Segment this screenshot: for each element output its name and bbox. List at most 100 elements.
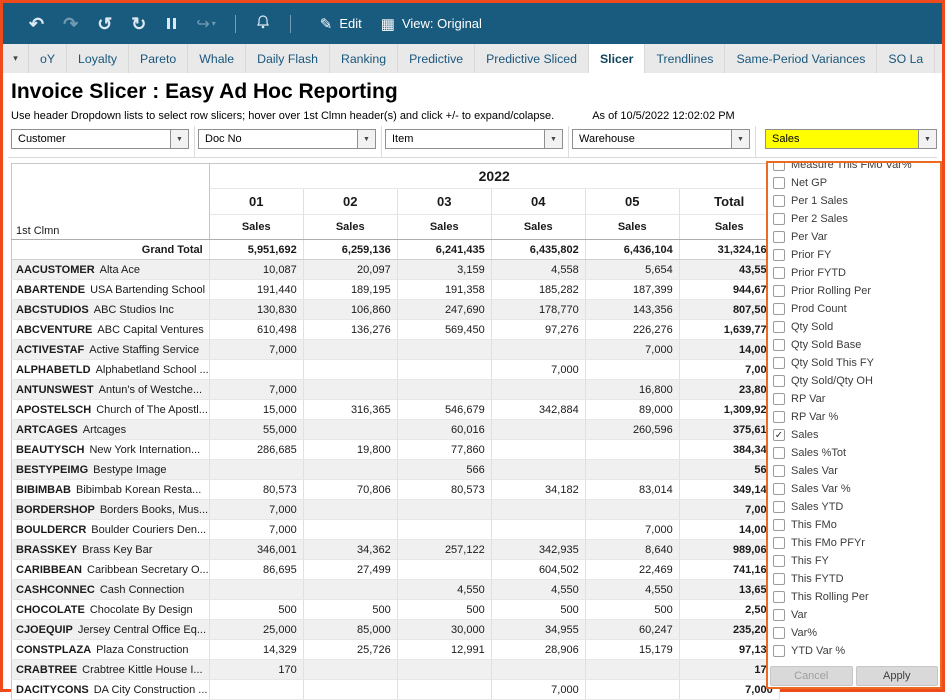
redo-icon[interactable]: ↷ [63, 15, 78, 33]
row-label[interactable]: ANTUNSWESTAntun's of Westche... [12, 380, 210, 400]
row-label[interactable]: ABCSTUDIOSABC Studios Inc [12, 300, 210, 320]
measure-item-this-fytd[interactable]: This FYTD [768, 570, 940, 588]
chevron-down-icon[interactable]: ▼ [731, 130, 749, 148]
checkbox-icon[interactable] [773, 609, 785, 621]
row-label[interactable]: AACUSTOMERAlta Ace [12, 260, 210, 280]
measure-item-prior-rolling-per[interactable]: Prior Rolling Per [768, 282, 940, 300]
checkbox-icon[interactable] [773, 163, 785, 171]
tab-so-la[interactable]: SO La [877, 44, 935, 73]
checkbox-icon[interactable] [773, 375, 785, 387]
measure-item-this-fmo-pfyr[interactable]: This FMo PFYr [768, 534, 940, 552]
checkbox-icon[interactable] [773, 321, 785, 333]
checkbox-icon[interactable] [773, 195, 785, 207]
tab-trendlines[interactable]: Trendlines [645, 44, 725, 73]
measure-item-sales-var[interactable]: Sales Var % [768, 480, 940, 498]
chevron-down-icon[interactable]: ▼ [544, 130, 562, 148]
tab-oy[interactable]: oY [29, 44, 67, 73]
tab-daily-flash[interactable]: Daily Flash [246, 44, 330, 73]
row-label[interactable]: DACITYCONSDA City Construction ... [12, 680, 210, 700]
checkbox-icon[interactable] [773, 447, 785, 459]
checkbox-icon[interactable] [773, 267, 785, 279]
checkbox-icon[interactable] [773, 483, 785, 495]
checkbox-icon[interactable] [773, 339, 785, 351]
row-label[interactable]: CASHCONNECCash Connection [12, 580, 210, 600]
row-label[interactable]: CRABTREECrabtree Kittle House I... [12, 660, 210, 680]
tab-slicer[interactable]: Slicer [589, 44, 646, 73]
row-label[interactable]: ARTCAGESArtcages [12, 420, 210, 440]
alerts-icon[interactable] [255, 14, 271, 33]
slicer-dropdown-item[interactable]: Item▼ [385, 129, 563, 149]
checkbox-checked-icon[interactable] [773, 429, 785, 441]
measure-item-qty-sold[interactable]: Qty Sold [768, 318, 940, 336]
checkbox-icon[interactable] [773, 213, 785, 225]
measure-item-rp-var[interactable]: RP Var [768, 390, 940, 408]
column-header-05[interactable]: 05 [585, 189, 679, 215]
row-label[interactable]: CONSTPLAZAPlaza Construction [12, 640, 210, 660]
measure-item-qty-sold-base[interactable]: Qty Sold Base [768, 336, 940, 354]
measure-item-this-rolling-per[interactable]: This Rolling Per [768, 588, 940, 606]
checkbox-icon[interactable] [773, 519, 785, 531]
row-label[interactable]: BEAUTYSCHNew York Internation... [12, 440, 210, 460]
tab-pareto[interactable]: Pareto [129, 44, 188, 73]
row-label[interactable]: BIBIMBABBibimbab Korean Resta... [12, 480, 210, 500]
measure-item-qty-sold-qty-oh[interactable]: Qty Sold/Qty OH [768, 372, 940, 390]
first-column-header[interactable]: 1st Clmn [12, 164, 210, 240]
pause-icon[interactable] [165, 18, 177, 29]
row-label[interactable]: CHOCOLATEChocolate By Design [12, 600, 210, 620]
undo-icon[interactable]: ↶ [29, 15, 44, 33]
measure-item-this-fmo[interactable]: This FMo [768, 516, 940, 534]
slicer-dropdown-customer[interactable]: Customer▼ [11, 129, 189, 149]
slicer-dropdown-doc-no[interactable]: Doc No▼ [198, 129, 376, 149]
row-label[interactable]: BRASSKEYBrass Key Bar [12, 540, 210, 560]
checkbox-icon[interactable] [773, 177, 785, 189]
checkbox-icon[interactable] [773, 393, 785, 405]
refresh-icon[interactable]: ↻ [131, 15, 146, 33]
chevron-down-icon[interactable]: ▼ [170, 130, 188, 148]
checkbox-icon[interactable] [773, 627, 785, 639]
checkbox-icon[interactable] [773, 537, 785, 549]
tabs-menu-caret[interactable]: ▾ [3, 44, 29, 73]
tab-whale[interactable]: Whale [188, 44, 246, 73]
checkbox-icon[interactable] [773, 501, 785, 513]
tab-ranking[interactable]: Ranking [330, 44, 398, 73]
chevron-down-icon[interactable]: ▼ [357, 130, 375, 148]
measure-item-this-fy[interactable]: This FY [768, 552, 940, 570]
measure-item-qty-sold-this-fy[interactable]: Qty Sold This FY [768, 354, 940, 372]
column-header-04[interactable]: 04 [491, 189, 585, 215]
row-label[interactable]: APOSTELSCHChurch of The Apostl... [12, 400, 210, 420]
checkbox-icon[interactable] [773, 285, 785, 297]
measure-item-sales-tot[interactable]: Sales %Tot [768, 444, 940, 462]
checkbox-icon[interactable] [773, 591, 785, 603]
row-label[interactable]: BOULDERCRBoulder Couriers Den... [12, 520, 210, 540]
revert-icon[interactable]: ↺ [97, 15, 112, 33]
slicer-dropdown-warehouse[interactable]: Warehouse▼ [572, 129, 750, 149]
measure-item-sales[interactable]: Sales [768, 426, 940, 444]
checkbox-icon[interactable] [773, 303, 785, 315]
column-header-02[interactable]: 02 [303, 189, 397, 215]
checkbox-icon[interactable] [773, 645, 785, 657]
measure-item-sales-var[interactable]: Sales Var [768, 462, 940, 480]
column-header-total[interactable]: Total [679, 189, 779, 215]
view-original-button[interactable]: ▦ View: Original [381, 15, 482, 33]
row-label[interactable]: ABCVENTUREABC Capital Ventures [12, 320, 210, 340]
measure-item-prior-fy[interactable]: Prior FY [768, 246, 940, 264]
row-label[interactable]: BORDERSHOPBorders Books, Mus... [12, 500, 210, 520]
measure-item-prior-fytd[interactable]: Prior FYTD [768, 264, 940, 282]
checkbox-icon[interactable] [773, 411, 785, 423]
row-label[interactable]: ALPHABETLDAlphabetland School ... [12, 360, 210, 380]
measure-item-net-gp[interactable]: Net GP [768, 174, 940, 192]
measure-item-per-var[interactable]: Per Var [768, 228, 940, 246]
tab-same-period-variances[interactable]: Same-Period Variances [725, 44, 877, 73]
measure-item-per-2-sales[interactable]: Per 2 Sales [768, 210, 940, 228]
measure-item-var[interactable]: Var [768, 606, 940, 624]
row-label[interactable]: CARIBBEANCaribbean Secretary O... [12, 560, 210, 580]
row-label[interactable]: CJOEQUIPJersey Central Office Eq... [12, 620, 210, 640]
edit-button[interactable]: ✎ Edit [320, 15, 362, 33]
checkbox-icon[interactable] [773, 231, 785, 243]
row-label[interactable]: ABARTENDEUSA Bartending School [12, 280, 210, 300]
measure-item-rp-var[interactable]: RP Var % [768, 408, 940, 426]
cancel-button[interactable]: Cancel [770, 666, 853, 686]
row-label[interactable]: BESTYPEIMGBestype Image [12, 460, 210, 480]
row-label[interactable]: ACTIVESTAFActive Staffing Service [12, 340, 210, 360]
chevron-down-icon[interactable]: ▼ [918, 130, 936, 148]
